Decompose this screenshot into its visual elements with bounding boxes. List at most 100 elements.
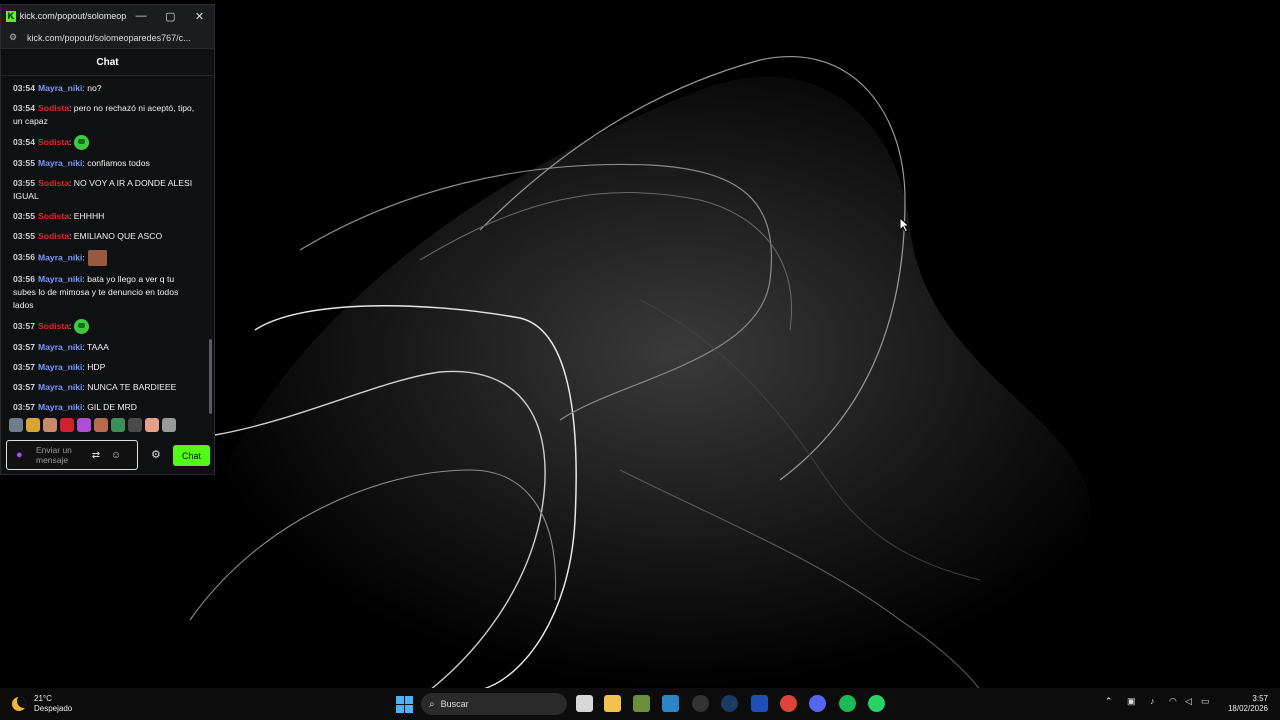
chatgpt-icon[interactable] (692, 695, 709, 712)
tray-app-icon[interactable]: ▣ (1127, 696, 1136, 707)
message-text: : NUNCA TE BARDIEEE (82, 382, 177, 392)
message-username[interactable]: Mayra_niki (38, 252, 82, 262)
message-timestamp: 03:56 (13, 252, 35, 263)
message-username[interactable]: Sodista (38, 137, 69, 147)
message-text: : TAAA (82, 342, 109, 352)
message-timestamp: 03:55 (13, 231, 35, 241)
microphone-icon[interactable]: ♪ (1150, 696, 1155, 706)
emote-icon[interactable] (145, 418, 159, 432)
green-emote-icon[interactable] (74, 319, 90, 334)
chrome-icon[interactable] (780, 695, 797, 712)
address-text[interactable]: kick.com/popout/solomeoparedes767/c... (27, 33, 202, 43)
start-tile (405, 696, 413, 704)
start-tile (396, 696, 404, 704)
message-username[interactable]: Mayra_niki (38, 382, 82, 392)
message-username[interactable]: Mayra_niki (38, 402, 82, 412)
message-username[interactable]: Mayra_niki (38, 83, 82, 93)
message-text: : confiamos todos (82, 158, 150, 168)
wifi-icon[interactable]: ◠ (1169, 696, 1177, 707)
chat-message: 03:56 Mayra_niki: bata yo llego a ver q t… (13, 273, 195, 312)
message-username[interactable]: Mayra_niki (38, 362, 82, 372)
mouse-cursor-icon (899, 217, 911, 233)
info-app-icon[interactable] (751, 695, 768, 712)
green-emote-icon[interactable] (74, 135, 90, 150)
chat-input-box[interactable]: ● Enviar un mensaje ⇄ ☺ (6, 440, 138, 470)
send-chat-button[interactable]: Chat (173, 445, 210, 466)
start-tile (405, 705, 413, 713)
taskbar-search[interactable]: ⌕ Buscar (421, 693, 567, 715)
site-settings-icon[interactable]: ⚙ (9, 32, 23, 43)
emote-icon[interactable] (26, 418, 40, 432)
message-username[interactable]: Sodista (38, 231, 69, 241)
microphone-icon[interactable]: ● (16, 449, 36, 461)
emote-icon[interactable] (77, 418, 91, 432)
message-text: : EHHHH (69, 211, 105, 221)
chat-message: 03:55 Sodista: EMILIANO QUE ASCO (13, 230, 195, 243)
chevron-up-icon[interactable]: ⌃ (1105, 696, 1113, 707)
volume-icon[interactable]: ◁ (1185, 696, 1192, 707)
weather-widget[interactable]: 21°C Despejado (12, 694, 72, 714)
emote-icon[interactable] (60, 418, 74, 432)
spotify-icon[interactable] (839, 695, 856, 712)
clock[interactable]: 3:57 18/02/2026 (1222, 694, 1268, 714)
emote-icon[interactable] (9, 418, 23, 432)
windows-start-icon[interactable] (396, 696, 413, 713)
gear-icon[interactable]: ⚙ (151, 448, 161, 461)
task-view-icon[interactable] (576, 695, 593, 712)
clock-date: 18/02/2026 (1227, 704, 1268, 713)
message-text: : HDP (82, 362, 106, 372)
chat-header: Chat (1, 49, 214, 76)
emote-icon[interactable] (128, 418, 142, 432)
battery-icon[interactable]: ▭ (1201, 696, 1210, 707)
whatsapp-icon[interactable] (868, 695, 885, 712)
message-username[interactable]: Sodista (38, 211, 69, 221)
message-timestamp: 03:54 (13, 103, 35, 113)
chat-message: 03:54 Mayra_niki: no? (13, 82, 195, 95)
message-username[interactable]: Mayra_niki (38, 274, 82, 284)
message-timestamp: 03:57 (13, 320, 35, 331)
window-titlebar[interactable]: K kick.com/popout/solomeop... — ▢ ✕ (1, 5, 214, 27)
taskbar: 21°C Despejado ⌕ Buscar ⌃ ▣ ♪ ◠ ◁ ▭ 3:57… (0, 688, 1280, 720)
message-timestamp: 03:57 (13, 402, 35, 412)
start-tile (396, 705, 404, 713)
chat-message: 03:55 Sodista: EHHHH (13, 210, 195, 223)
minecraft-icon[interactable] (633, 695, 650, 712)
emote-icon[interactable] (43, 418, 57, 432)
message-timestamp: 03:57 (13, 342, 35, 352)
chat-message: 03:54 Sodista: (13, 135, 195, 150)
steam-icon[interactable] (721, 695, 738, 712)
kick-favicon-icon: K (6, 10, 16, 22)
chat-scrollbar[interactable] (209, 339, 212, 414)
close-button[interactable]: ✕ (185, 5, 214, 27)
message-username[interactable]: Sodista (38, 178, 69, 188)
message-timestamp: 03:55 (13, 178, 35, 188)
chat-message: 03:57 Mayra_niki: HDP (13, 361, 195, 374)
face-emote-icon[interactable] (87, 250, 107, 266)
message-text: : GIL DE MRD (82, 402, 138, 412)
message-username[interactable]: Mayra_niki (38, 158, 82, 168)
address-bar[interactable]: ⚙ kick.com/popout/solomeoparedes767/c... (1, 27, 214, 49)
message-timestamp: 03:57 (13, 382, 35, 392)
message-username[interactable]: Mayra_niki (38, 342, 82, 352)
emote-icon[interactable] (94, 418, 108, 432)
maximize-button[interactable]: ▢ (156, 5, 185, 27)
emote-icon[interactable] (162, 418, 176, 432)
minimize-button[interactable]: — (127, 5, 156, 27)
chat-message: 03:54 Sodista: pero no rechazó ni aceptó,… (13, 102, 195, 128)
file-explorer-icon[interactable] (604, 695, 621, 712)
moon-icon (12, 697, 26, 711)
message-username[interactable]: Sodista (38, 321, 69, 331)
chat-input-placeholder[interactable]: Enviar un mensaje (36, 445, 86, 465)
emoji-icon[interactable]: ☺ (106, 450, 126, 461)
emote-icon[interactable] (111, 418, 125, 432)
translate-icon[interactable]: ⇄ (86, 450, 106, 461)
chat-messages[interactable]: 03:54 Mayra_niki: no? 03:54 Sodista: pero n… (1, 76, 214, 414)
message-timestamp: 03:54 (13, 83, 35, 93)
discord-icon[interactable] (809, 695, 826, 712)
message-text: : EMILIANO QUE ASCO (69, 231, 163, 241)
photos-icon[interactable] (662, 695, 679, 712)
message-text: : (82, 252, 85, 263)
chat-message: 03:57 Mayra_niki: NUNCA TE BARDIEEE (13, 381, 195, 394)
message-username[interactable]: Sodista (38, 103, 69, 113)
message-timestamp: 03:56 (13, 274, 35, 284)
